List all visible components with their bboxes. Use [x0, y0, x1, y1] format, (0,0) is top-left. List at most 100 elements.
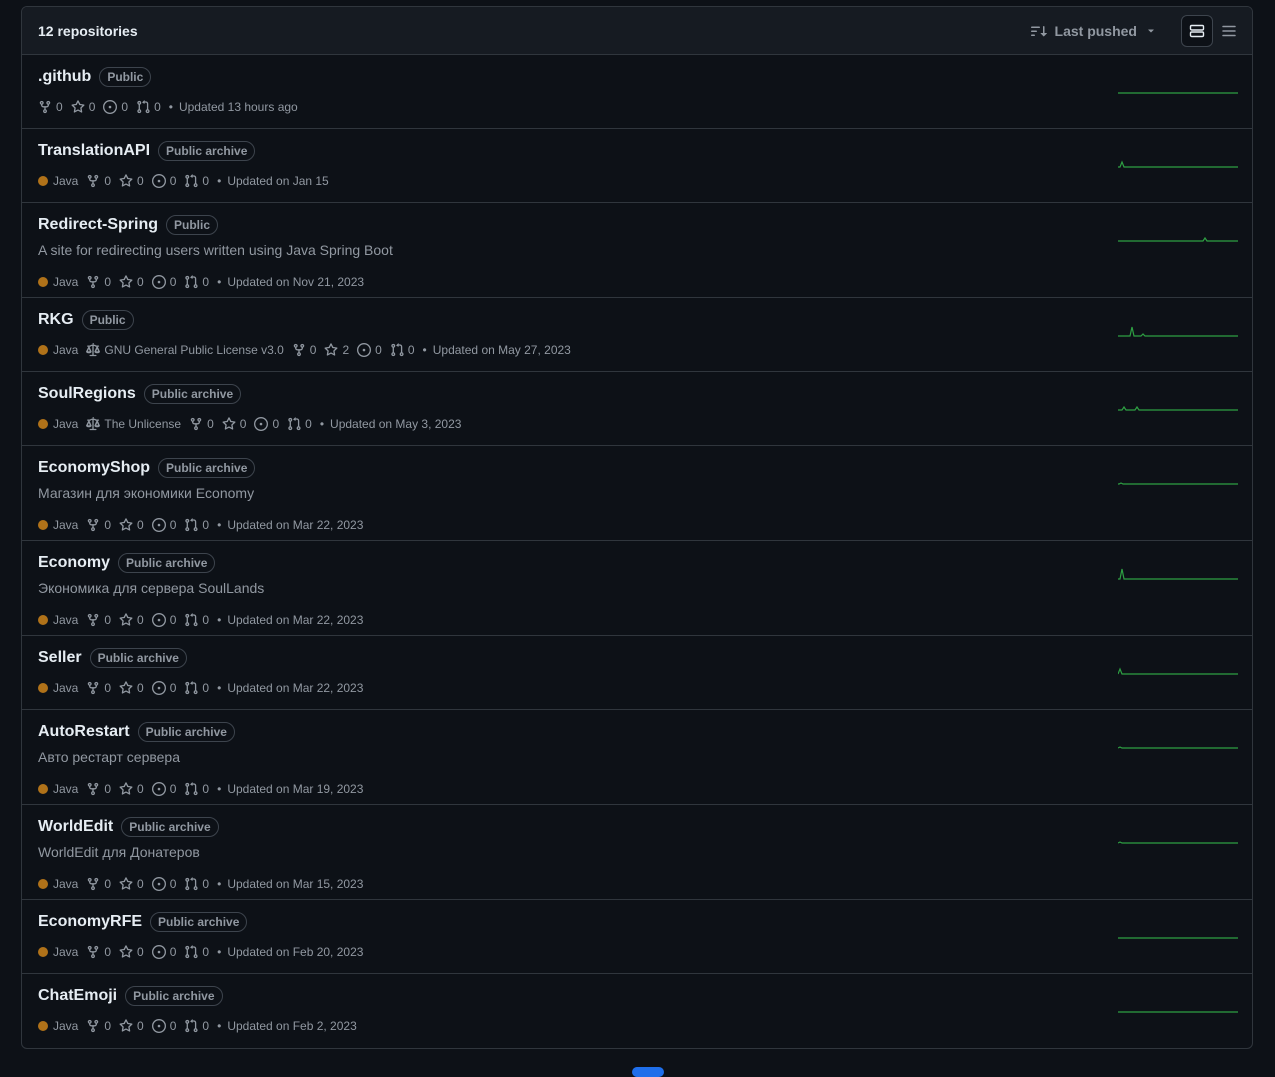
- forks-link[interactable]: 0: [86, 877, 111, 891]
- stars-link[interactable]: 0: [71, 100, 95, 114]
- repository-name-link[interactable]: WorldEdit: [38, 818, 113, 836]
- repository-name-link[interactable]: TranslationAPI: [38, 142, 150, 160]
- issues-link[interactable]: 0: [151, 613, 176, 627]
- stars-link[interactable]: 0: [119, 275, 144, 289]
- stars-link[interactable]: 2: [324, 343, 349, 357]
- repository-list: .github Public 0 0 0 0 • Updated 13 hours ago…: [22, 55, 1252, 1048]
- forks-link[interactable]: 0: [86, 174, 111, 188]
- repository-name-link[interactable]: EconomyRFE: [38, 913, 142, 931]
- forks-link[interactable]: 0: [86, 518, 111, 532]
- stars-link[interactable]: 0: [119, 782, 144, 796]
- language-label: Java: [53, 174, 79, 188]
- repository-name-link[interactable]: Seller: [38, 649, 82, 667]
- language: Java: [38, 877, 78, 891]
- issues-link[interactable]: 0: [151, 518, 176, 532]
- pull-requests-link[interactable]: 0: [287, 417, 312, 431]
- issues-link[interactable]: 0: [254, 417, 279, 431]
- visibility-badge: Public: [166, 215, 219, 235]
- pull-requests-link[interactable]: 0: [184, 877, 209, 891]
- pull-requests-link[interactable]: 0: [184, 1019, 209, 1033]
- license[interactable]: The Unlicense: [86, 417, 181, 431]
- forks-link[interactable]: 0: [189, 417, 214, 431]
- issues-link[interactable]: 0: [357, 343, 382, 357]
- forks-link[interactable]: 0: [292, 343, 316, 357]
- view-detailed-button[interactable]: [1181, 14, 1213, 47]
- view-compact-button[interactable]: [1213, 15, 1245, 47]
- git-pull-request-icon: [288, 417, 301, 431]
- activity-sparkline: [1118, 405, 1238, 411]
- stars-link[interactable]: 0: [119, 613, 144, 627]
- repositories-header: 12 repositories Last pushed: [22, 7, 1252, 55]
- issues-link[interactable]: 0: [151, 174, 176, 188]
- sort-button[interactable]: Last pushed: [1030, 23, 1165, 39]
- forks-link[interactable]: 0: [86, 681, 111, 695]
- pull-requests-link[interactable]: 0: [390, 343, 415, 357]
- stars-link[interactable]: 0: [222, 417, 246, 431]
- pull-requests-link[interactable]: 0: [184, 945, 209, 959]
- stars-link[interactable]: 0: [119, 174, 144, 188]
- stars-link[interactable]: 0: [119, 1019, 144, 1033]
- star-icon: [119, 782, 133, 795]
- repository-name-link[interactable]: ChatEmoji: [38, 987, 117, 1005]
- separator-dot: •: [217, 877, 222, 891]
- repo-forked-icon: [88, 782, 99, 796]
- repository-name-link[interactable]: Redirect-Spring: [38, 216, 158, 234]
- language-label: Java: [53, 343, 79, 357]
- pull-requests-link[interactable]: 0: [136, 100, 161, 114]
- stars-link[interactable]: 0: [119, 945, 144, 959]
- issues-link[interactable]: 0: [103, 100, 128, 114]
- repository-description: WorldEdit для Донатеров: [38, 844, 200, 860]
- issues-link[interactable]: 0: [151, 877, 176, 891]
- issues-link[interactable]: 0: [151, 275, 176, 289]
- pull-requests-link[interactable]: 0: [184, 518, 209, 532]
- star-icon: [119, 613, 133, 626]
- forks-link[interactable]: 0: [86, 613, 111, 627]
- pull-requests-link[interactable]: 0: [184, 174, 209, 188]
- issues-link[interactable]: 0: [151, 681, 176, 695]
- issue-opened-icon: [151, 518, 166, 532]
- updated-time: Updated on Nov 21, 2023: [227, 275, 365, 289]
- issues-count: 0: [272, 417, 280, 431]
- repository-title-line: Seller Public archive: [38, 648, 1236, 668]
- separator-dot: •: [217, 1019, 222, 1033]
- repository-name-link[interactable]: Economy: [38, 554, 110, 572]
- stars-count: 0: [137, 945, 144, 959]
- pull-requests-count: 0: [154, 100, 161, 114]
- pagination-current-page[interactable]: [632, 1067, 664, 1077]
- issues-link[interactable]: 0: [151, 1019, 176, 1033]
- updated-time: Updated on Feb 20, 2023: [227, 945, 364, 959]
- updated-time: Updated on May 3, 2023: [330, 417, 462, 431]
- stars-link[interactable]: 0: [119, 877, 144, 891]
- pull-requests-link[interactable]: 0: [184, 782, 209, 796]
- forks-count: 0: [104, 275, 112, 289]
- issues-link[interactable]: 0: [151, 945, 176, 959]
- repository-name-link[interactable]: SoulRegions: [38, 385, 136, 403]
- pull-requests-link[interactable]: 0: [184, 681, 209, 695]
- pull-requests-link[interactable]: 0: [184, 613, 209, 627]
- updated-time: Updated 13 hours ago: [178, 100, 298, 114]
- repository-name-link[interactable]: AutoRestart: [38, 723, 130, 741]
- forks-link[interactable]: 0: [86, 782, 111, 796]
- forks-count: 0: [104, 174, 112, 188]
- repository-description: A site for redirecting users written usi…: [38, 242, 393, 258]
- forks-link[interactable]: 0: [86, 275, 111, 289]
- license[interactable]: GNU General Public License v3.0: [86, 343, 284, 357]
- forks-link[interactable]: 0: [38, 100, 63, 114]
- repository-name-link[interactable]: EconomyShop: [38, 459, 150, 477]
- repository-row: ChatEmoji Public archive Java 0 0 0 0 • Update…: [22, 974, 1252, 1048]
- stars-link[interactable]: 0: [119, 681, 144, 695]
- issues-link[interactable]: 0: [151, 782, 176, 796]
- visibility-badge: Public archive: [137, 722, 235, 742]
- repository-name-link[interactable]: .github: [38, 68, 91, 86]
- language-color-dot: [38, 520, 48, 530]
- stars-link[interactable]: 0: [119, 518, 144, 532]
- repository-row: .github Public 0 0 0 0 • Updated 13 hours ago: [22, 55, 1252, 129]
- forks-link[interactable]: 0: [86, 945, 111, 959]
- repository-description: Магазин для экономики Economy: [38, 485, 255, 501]
- updated-time: Updated on Jan 15: [227, 174, 329, 188]
- forks-link[interactable]: 0: [86, 1019, 111, 1033]
- pull-requests-link[interactable]: 0: [184, 275, 209, 289]
- visibility-badge: Public archive: [125, 986, 223, 1006]
- repository-name-link[interactable]: RKG: [38, 311, 74, 329]
- repositories-panel: 12 repositories Last pushed .github Publ: [21, 6, 1253, 1049]
